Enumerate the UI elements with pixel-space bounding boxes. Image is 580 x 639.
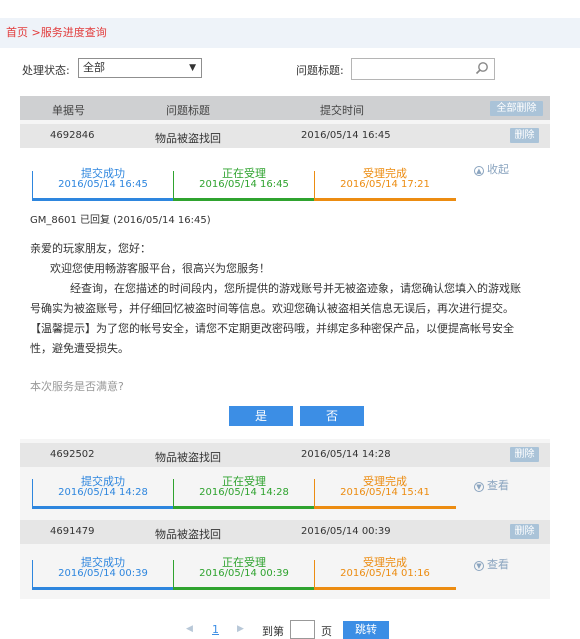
step-submitted: 提交成功 2016/05/14 00:39 bbox=[32, 554, 174, 590]
step-submitted: 提交成功 2016/05/14 14:28 bbox=[32, 473, 174, 509]
step-time: 2016/05/14 00:39 bbox=[58, 568, 148, 579]
ticket-title: 物品被盗找回 bbox=[155, 132, 221, 145]
pagination: ◀ 1 ▶ 到第 页 跳转 bbox=[0, 620, 580, 639]
table-header: 单据号 问题标题 提交时间 全部删除 bbox=[20, 96, 550, 120]
step-time: 2016/05/14 14:28 bbox=[58, 487, 148, 498]
step-time: 2016/05/14 15:41 bbox=[340, 487, 430, 498]
ticket-title: 物品被盗找回 bbox=[155, 528, 221, 541]
status-filter-label: 处理状态: bbox=[22, 64, 70, 77]
satisfied-yes-button[interactable]: 是 bbox=[229, 406, 293, 426]
ticket-id: 4692846 bbox=[50, 130, 95, 141]
chevron-down-icon: ▼ bbox=[474, 561, 484, 571]
ticket-list-panel: 单据号 问题标题 提交时间 全部删除 4692846 物品被盗找回 2016/0… bbox=[20, 96, 550, 599]
delete-button[interactable]: 删除 bbox=[510, 447, 539, 462]
ticket-title: 物品被盗找回 bbox=[155, 451, 221, 464]
filter-bar: 处理状态: 全部 ▼ 问题标题: bbox=[0, 58, 580, 82]
status-filter-select[interactable]: 全部 ▼ bbox=[78, 58, 202, 78]
reply-welcome: 欢迎您使用畅游客服平台，很高兴为您服务！ bbox=[50, 262, 270, 275]
chevron-up-icon: ▲ bbox=[474, 166, 484, 176]
reply-greeting: 亲爱的玩家朋友，您好： bbox=[30, 242, 151, 255]
step-time: 2016/05/14 01:16 bbox=[340, 568, 430, 579]
prev-page-icon[interactable]: ◀ bbox=[186, 624, 193, 634]
step-processing: 正在受理 2016/05/14 00:39 bbox=[173, 554, 315, 590]
table-row[interactable]: 4691479 物品被盗找回 2016/05/14 00:39 删除 bbox=[20, 520, 550, 544]
reply-tip: 【温馨提示】为了您的帐号安全，请您不定期更改密码哦，并绑定多种密保产品，以便提高… bbox=[30, 322, 514, 355]
progress-steps: 提交成功 2016/05/14 16:45 正在受理 2016/05/14 16… bbox=[32, 165, 457, 201]
step-time: 2016/05/14 00:39 bbox=[199, 568, 289, 579]
breadcrumb-separator: > bbox=[31, 26, 41, 39]
progress-steps: 提交成功 2016/05/14 00:39 正在受理 2016/05/14 00… bbox=[32, 554, 457, 590]
reply-header: GM_8601 已回复 (2016/05/14 16:45) bbox=[30, 215, 211, 226]
ticket-detail: 提交成功 2016/05/14 00:39 正在受理 2016/05/14 00… bbox=[20, 544, 550, 596]
breadcrumb-home-link[interactable]: 首页 bbox=[6, 26, 28, 39]
step-completed: 受理完成 2016/05/14 01:16 bbox=[314, 554, 456, 590]
breadcrumb-current: 服务进度查询 bbox=[40, 26, 107, 39]
ticket-time: 2016/05/14 16:45 bbox=[301, 130, 391, 141]
step-completed: 受理完成 2016/05/14 17:21 bbox=[314, 165, 456, 201]
delete-button[interactable]: 删除 bbox=[510, 128, 539, 143]
step-time: 2016/05/14 14:28 bbox=[199, 487, 289, 498]
ticket-id: 4691479 bbox=[50, 526, 95, 537]
table-row[interactable]: 4692502 物品被盗找回 2016/05/14 14:28 删除 bbox=[20, 443, 550, 467]
dropdown-arrow-icon: ▼ bbox=[189, 63, 196, 73]
step-time: 2016/05/14 17:21 bbox=[340, 179, 430, 190]
table-row[interactable]: 4692846 物品被盗找回 2016/05/14 16:45 删除 bbox=[20, 124, 550, 148]
satisfaction-question: 本次服务是否满意? bbox=[30, 380, 124, 393]
column-header-id: 单据号 bbox=[52, 104, 85, 117]
collapse-toggle[interactable]: ▲ 收起 bbox=[474, 161, 509, 177]
expand-toggle[interactable]: ▼ 查看 bbox=[474, 477, 509, 493]
reply-body: 经查询，在您描述的时间段内，您所提供的游戏账号并无被盗迹象，请您确认您填入的游戏… bbox=[30, 282, 521, 315]
step-time: 2016/05/14 16:45 bbox=[199, 179, 289, 190]
progress-steps: 提交成功 2016/05/14 14:28 正在受理 2016/05/14 14… bbox=[32, 473, 457, 509]
page-unit-label: 页 bbox=[321, 625, 332, 638]
breadcrumb: 首页 >服务进度查询 bbox=[0, 18, 580, 48]
ticket-time: 2016/05/14 14:28 bbox=[301, 449, 391, 460]
page-number-input[interactable] bbox=[290, 620, 315, 639]
status-filter-value: 全部 bbox=[83, 61, 105, 74]
step-submitted: 提交成功 2016/05/14 16:45 bbox=[32, 165, 174, 201]
column-header-title: 问题标题 bbox=[166, 104, 210, 117]
goto-label: 到第 bbox=[262, 625, 284, 638]
title-search-input[interactable] bbox=[351, 58, 495, 80]
step-processing: 正在受理 2016/05/14 14:28 bbox=[173, 473, 315, 509]
next-page-icon[interactable]: ▶ bbox=[237, 624, 244, 634]
step-processing: 正在受理 2016/05/14 16:45 bbox=[173, 165, 315, 201]
delete-button[interactable]: 删除 bbox=[510, 524, 539, 539]
step-completed: 受理完成 2016/05/14 15:41 bbox=[314, 473, 456, 509]
chevron-down-icon: ▼ bbox=[474, 482, 484, 492]
ticket-detail: 提交成功 2016/05/14 14:28 正在受理 2016/05/14 14… bbox=[20, 467, 550, 516]
satisfied-no-button[interactable]: 否 bbox=[300, 406, 364, 426]
step-time: 2016/05/14 16:45 bbox=[58, 179, 148, 190]
jump-button[interactable]: 跳转 bbox=[343, 621, 389, 639]
column-header-time: 提交时间 bbox=[320, 104, 364, 117]
delete-all-button[interactable]: 全部删除 bbox=[490, 101, 543, 116]
page-number-current[interactable]: 1 bbox=[212, 623, 219, 636]
search-icon[interactable] bbox=[475, 61, 489, 75]
ticket-detail: 提交成功 2016/05/14 16:45 正在受理 2016/05/14 16… bbox=[20, 148, 550, 439]
expand-toggle[interactable]: ▼ 查看 bbox=[474, 556, 509, 572]
ticket-id: 4692502 bbox=[50, 449, 95, 460]
ticket-time: 2016/05/14 00:39 bbox=[301, 526, 391, 537]
title-search-label: 问题标题: bbox=[296, 64, 344, 77]
